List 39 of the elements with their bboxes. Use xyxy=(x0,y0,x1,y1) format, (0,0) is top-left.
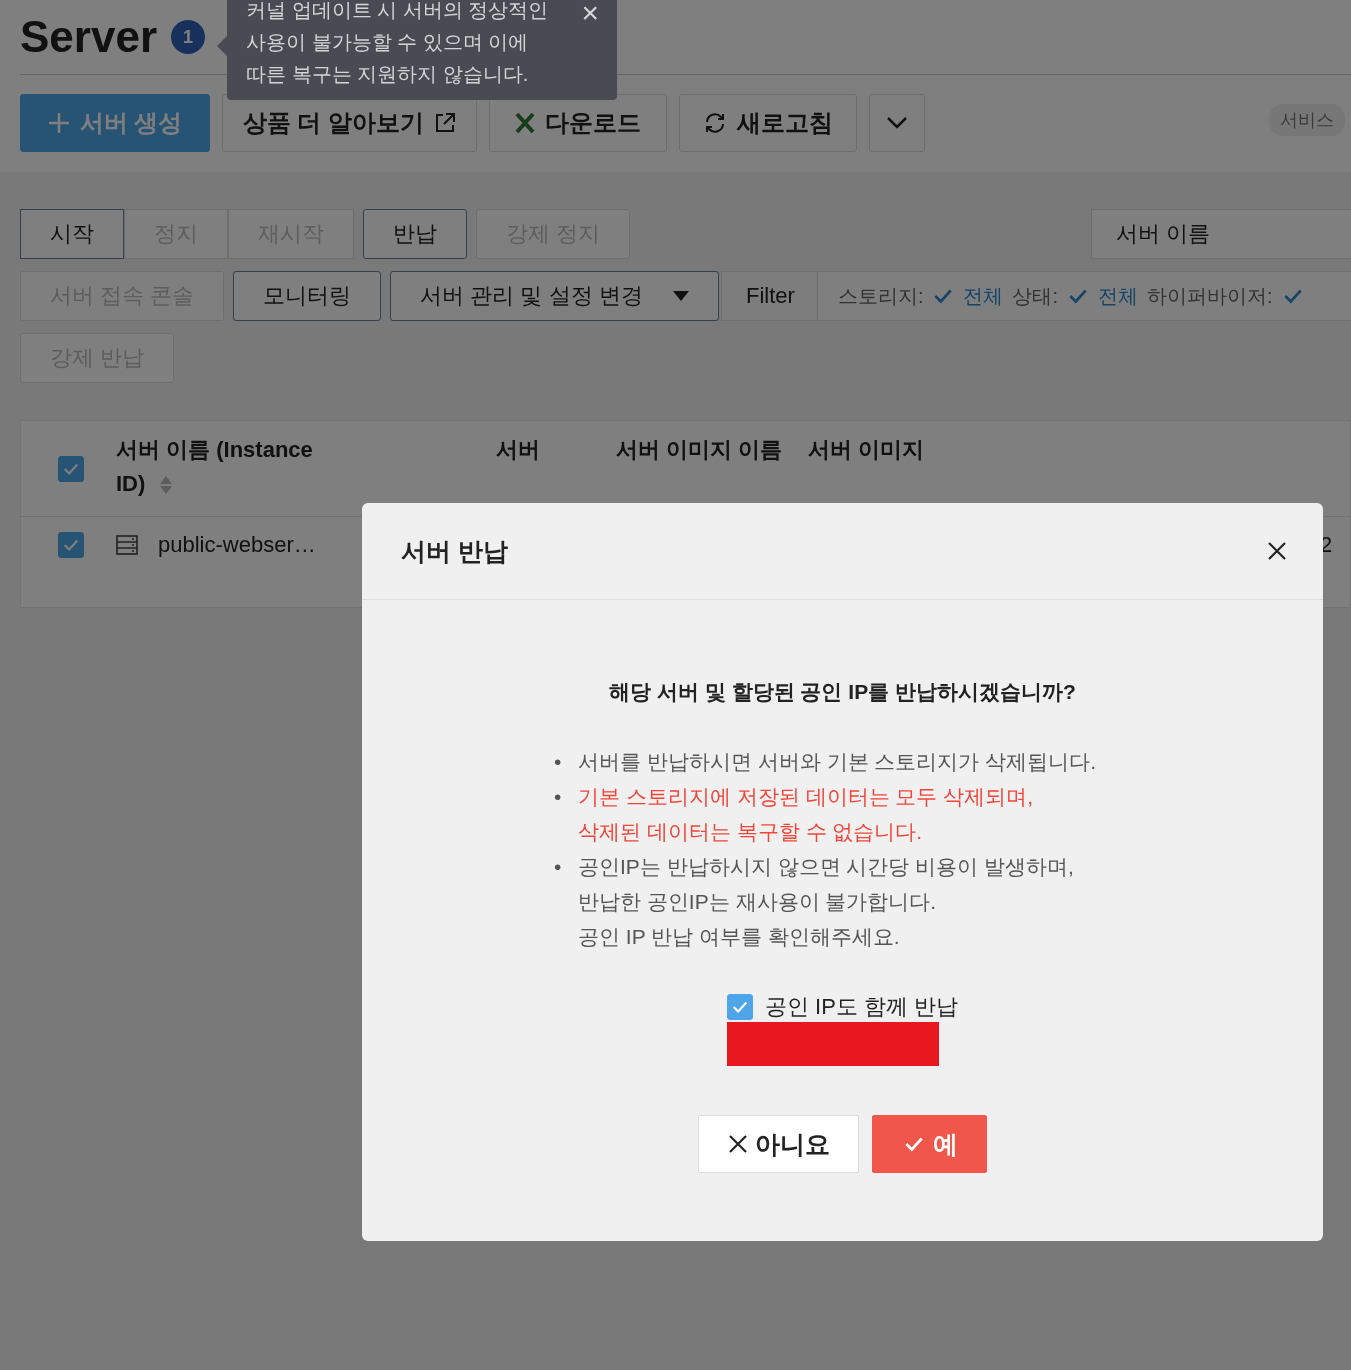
column-header[interactable]: 서버 이미지 xyxy=(808,421,1028,467)
checkbox-label: 공인 IP도 함께 반납 xyxy=(764,993,959,1021)
warning-text: 삭제된 데이터는 복구할 수 없습니다. xyxy=(578,819,924,845)
toolbar-button[interactable]: 새로고침 xyxy=(679,94,857,152)
search-field[interactable]: 서버 이름 xyxy=(1091,209,1351,259)
action-button[interactable]: 모니터링 xyxy=(233,271,382,321)
notice-text: 서버를 반납하시면 서버와 기본 스토리지가 삭제됩니다. xyxy=(578,749,1096,775)
cancel-button[interactable]: 아니요 xyxy=(698,1115,859,1173)
warning-text: 기본 스토리지에 저장된 데이터는 모두 삭제되며, xyxy=(578,784,1033,810)
notice-text: 반납한 공인IP는 재사용이 불가합니다. xyxy=(578,889,938,915)
count-badge: 1 xyxy=(171,20,205,54)
confirm-button[interactable]: 예 xyxy=(872,1115,987,1173)
page-title: Server xyxy=(20,12,157,62)
notice-text: 공인 IP 반납 여부를 확인해주세요. xyxy=(578,924,901,950)
filter-value[interactable]: 전체 xyxy=(963,282,1004,310)
tooltip-text: 커널 업데이트 시 서버의 정상적인 xyxy=(246,0,550,23)
column-header[interactable]: 서버 이미지 이름 xyxy=(616,421,808,467)
tooltip-text: 따른 복구는 지원하지 않습니다. xyxy=(246,62,530,87)
filter-label: 스토리지: xyxy=(837,283,924,309)
filter-value[interactable]: 전체 xyxy=(1098,282,1138,310)
tooltip-text: 사용이 불가능할 수 있으며 이에 xyxy=(246,30,530,55)
table-cell: public-webser… xyxy=(158,532,316,558)
close-icon[interactable]: × xyxy=(581,0,599,28)
column-header[interactable]: 서버 이름 (Instance ID) xyxy=(116,421,316,501)
notice-text: 공인IP는 반납하시지 않으면 시간당 비용이 발생하며, xyxy=(578,854,1074,880)
dialog-question: 해당 서버 및 할당된 공인 IP를 반납하시겠습니까? xyxy=(609,679,1076,705)
bullet-mark: • xyxy=(554,749,563,775)
service-tag: 서비스 xyxy=(1269,104,1345,136)
bullet-mark: • xyxy=(554,854,563,880)
bullet-mark: • xyxy=(554,784,563,810)
action-button[interactable]: 반납 xyxy=(363,209,467,259)
filter-label: 상태: xyxy=(1012,283,1058,309)
toolbar-button[interactable]: 상품 더 알아보기 xyxy=(222,94,477,152)
action-button[interactable]: 서버 관리 및 설정 변경 xyxy=(390,271,719,321)
column-header[interactable]: 서버 xyxy=(496,421,616,467)
dialog-title: 서버 반납 xyxy=(401,535,508,567)
action-button[interactable]: 시작 xyxy=(20,209,124,259)
toolbar-button[interactable]: 다운로드 xyxy=(489,94,667,152)
filter-label: 하이퍼바이저: xyxy=(1147,283,1273,309)
